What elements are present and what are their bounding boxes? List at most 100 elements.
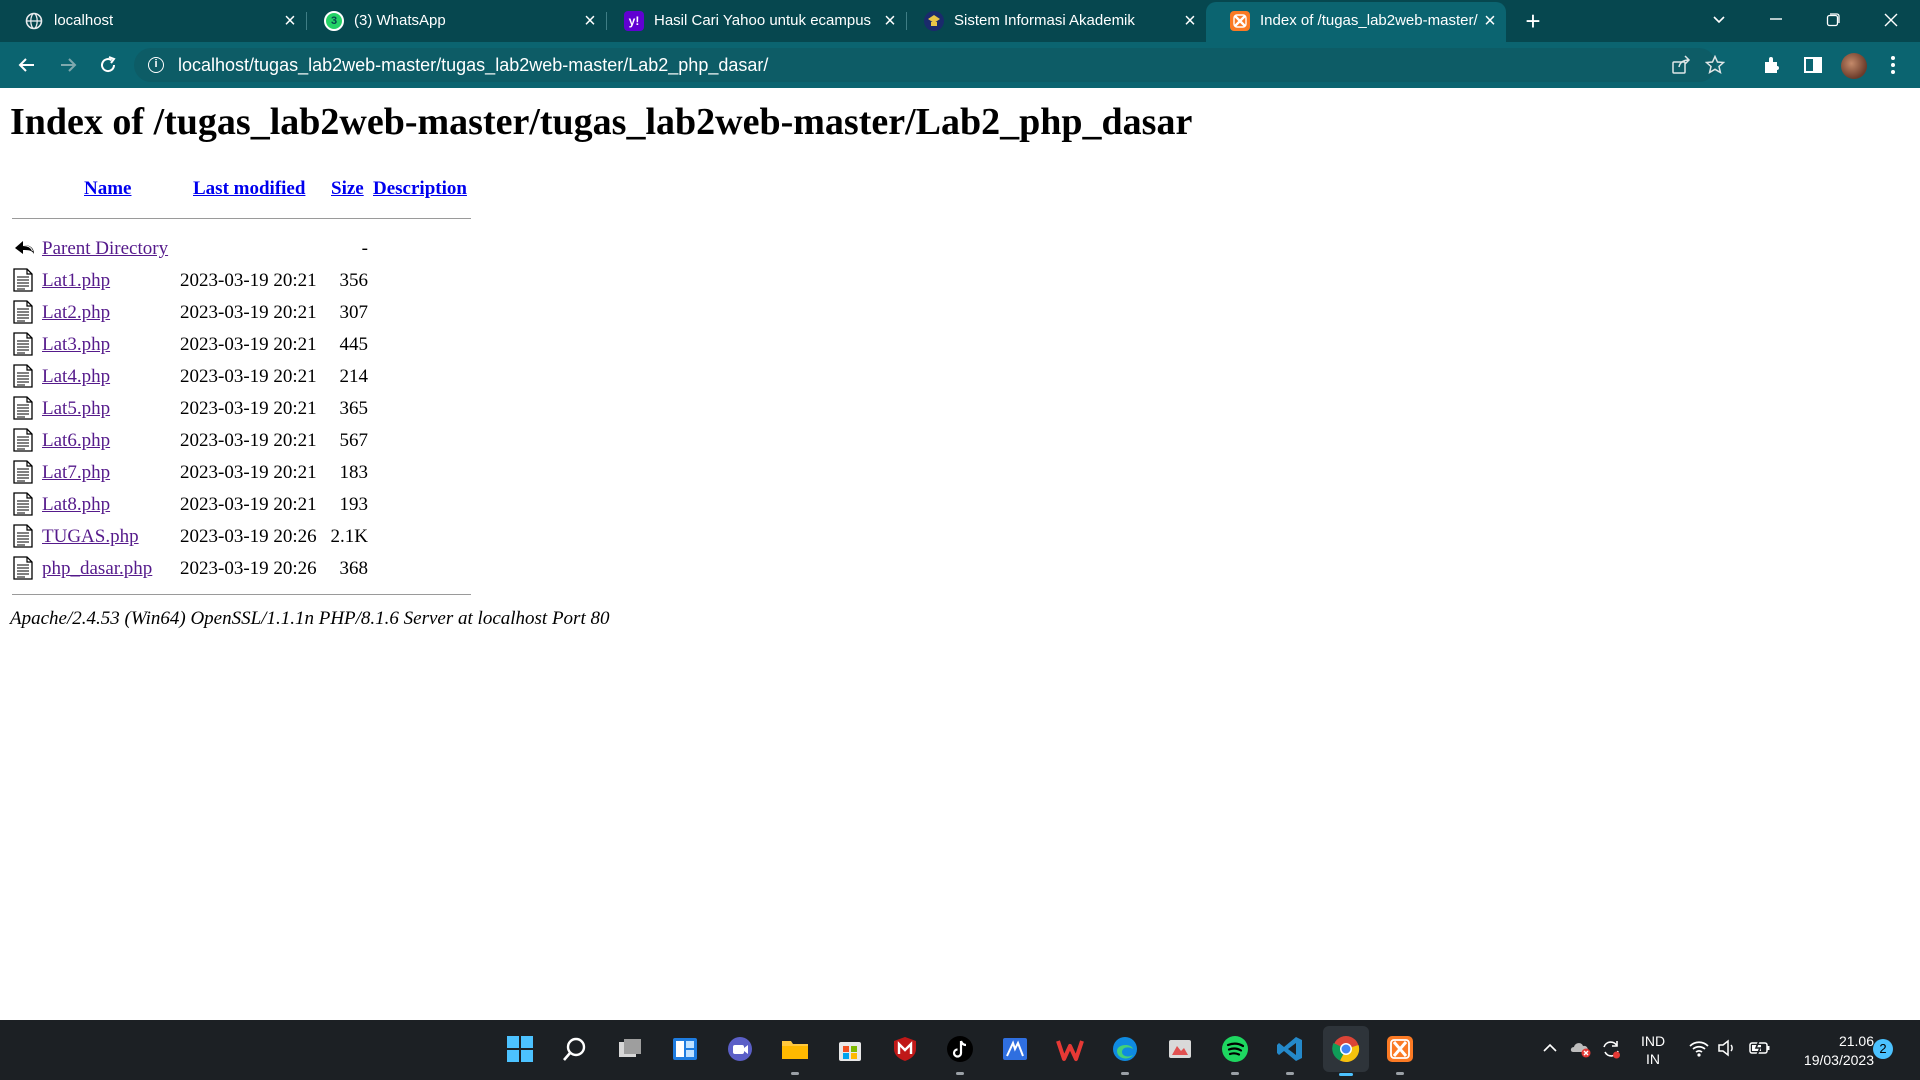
widgets-icon[interactable] bbox=[668, 1032, 702, 1066]
text-file-icon bbox=[12, 332, 34, 356]
file-row: TUGAS.php 2023-03-19 20:26 2.1K bbox=[0, 520, 480, 552]
back-button[interactable] bbox=[13, 51, 41, 79]
share-icon[interactable] bbox=[1671, 55, 1691, 75]
sort-by-size-link[interactable]: Size bbox=[331, 178, 364, 200]
file-link[interactable]: Lat2.php bbox=[42, 302, 110, 324]
extensions-icon[interactable] bbox=[1761, 53, 1785, 77]
restore-button[interactable] bbox=[1817, 6, 1849, 34]
file-size: 365 bbox=[339, 398, 369, 419]
onedrive-icon[interactable] bbox=[1570, 1038, 1592, 1063]
tab-localhost[interactable]: localhost × bbox=[0, 0, 300, 42]
tab-yahoo[interactable]: y! Hasil Cari Yahoo untuk ecampus × bbox=[600, 0, 900, 42]
file-modified: 2023-03-19 20:21 bbox=[180, 494, 317, 515]
file-link[interactable]: Lat7.php bbox=[42, 462, 110, 484]
store-icon[interactable] bbox=[833, 1032, 867, 1066]
forward-button[interactable] bbox=[54, 51, 82, 79]
close-tab-icon[interactable]: × bbox=[279, 10, 301, 32]
text-file-icon bbox=[12, 460, 34, 484]
tab-search-button[interactable] bbox=[1703, 6, 1735, 34]
sort-by-name-link[interactable]: Name bbox=[84, 178, 131, 200]
xampp-icon bbox=[1230, 11, 1250, 31]
directory-listing-page: Index of /tugas_lab2web-master/tugas_lab… bbox=[0, 88, 1920, 1020]
parent-directory-row: Parent Directory - bbox=[0, 232, 480, 264]
file-explorer-icon[interactable] bbox=[778, 1032, 812, 1075]
close-tab-icon[interactable]: × bbox=[1179, 10, 1201, 32]
search-icon[interactable] bbox=[558, 1032, 592, 1066]
file-link[interactable]: Lat1.php bbox=[42, 270, 110, 292]
input-language-indicator[interactable]: IND IN bbox=[1640, 1032, 1666, 1068]
sync-icon[interactable] bbox=[1600, 1038, 1622, 1065]
file-link[interactable]: TUGAS.php bbox=[42, 526, 139, 548]
text-file-icon bbox=[12, 364, 34, 388]
site-info-icon[interactable]: i bbox=[148, 57, 164, 73]
wifi-icon[interactable] bbox=[1688, 1038, 1710, 1063]
file-row: Lat3.php 2023-03-19 20:21 445 bbox=[0, 328, 480, 360]
address-url[interactable]: localhost/tugas_lab2web-master/tugas_lab… bbox=[178, 55, 768, 76]
tiktok-icon[interactable] bbox=[943, 1032, 977, 1075]
file-modified: 2023-03-19 20:21 bbox=[180, 398, 317, 419]
tab-title: (3) WhatsApp bbox=[354, 12, 446, 29]
task-view-icon[interactable] bbox=[613, 1032, 647, 1066]
text-file-icon bbox=[12, 396, 34, 420]
spotify-icon[interactable] bbox=[1218, 1032, 1252, 1075]
volume-icon[interactable] bbox=[1716, 1038, 1738, 1063]
file-size: 214 bbox=[339, 366, 369, 387]
back-arrow-icon bbox=[12, 236, 34, 260]
show-hidden-icons-chevron-icon[interactable] bbox=[1542, 1040, 1558, 1061]
file-link[interactable]: Lat5.php bbox=[42, 398, 110, 420]
file-row: Lat8.php 2023-03-19 20:21 193 bbox=[0, 488, 480, 520]
mcafee-icon[interactable] bbox=[888, 1032, 922, 1066]
notification-badge[interactable]: 2 bbox=[1873, 1039, 1893, 1059]
file-link[interactable]: Lat4.php bbox=[42, 366, 110, 388]
start-icon[interactable] bbox=[503, 1032, 537, 1066]
app-icon[interactable] bbox=[998, 1032, 1032, 1066]
file-row: Lat1.php 2023-03-19 20:21 356 bbox=[0, 264, 480, 296]
sort-by-description-link[interactable]: Description bbox=[373, 178, 467, 200]
text-file-icon bbox=[12, 268, 34, 292]
footer-divider bbox=[12, 594, 471, 595]
file-row: Lat5.php 2023-03-19 20:21 365 bbox=[0, 392, 480, 424]
tab-index-of[interactable]: Index of /tugas_lab2web-master/ × bbox=[1206, 2, 1506, 42]
app-icon[interactable] bbox=[1163, 1032, 1197, 1066]
close-tab-icon[interactable]: × bbox=[1479, 10, 1501, 32]
browser-menu-icon[interactable] bbox=[1881, 53, 1905, 77]
close-tab-icon[interactable]: × bbox=[879, 10, 901, 32]
vscode-icon[interactable] bbox=[1273, 1032, 1307, 1075]
file-size: 445 bbox=[339, 334, 369, 355]
file-modified: 2023-03-19 20:21 bbox=[180, 334, 317, 355]
reload-button[interactable] bbox=[94, 51, 122, 79]
text-file-icon bbox=[12, 492, 34, 516]
side-panel-icon[interactable] bbox=[1801, 53, 1825, 77]
file-link[interactable]: php_dasar.php bbox=[42, 558, 152, 580]
close-tab-icon[interactable]: × bbox=[579, 10, 601, 32]
bookmark-star-icon[interactable] bbox=[1704, 54, 1726, 75]
edge-icon[interactable] bbox=[1108, 1032, 1142, 1075]
file-size: 368 bbox=[339, 558, 369, 579]
file-row: Lat7.php 2023-03-19 20:21 183 bbox=[0, 456, 480, 488]
battery-icon[interactable] bbox=[1748, 1038, 1772, 1063]
language-label: IND bbox=[1640, 1033, 1666, 1049]
minimize-button[interactable] bbox=[1760, 6, 1792, 34]
tab-strip: localhost × 3 (3) WhatsApp × y! Hasil Ca… bbox=[0, 0, 1920, 42]
clock[interactable]: 21.06 19/03/2023 bbox=[1780, 1032, 1874, 1070]
chrome-icon[interactable] bbox=[1323, 1026, 1369, 1076]
new-tab-button[interactable]: + bbox=[1519, 7, 1547, 35]
file-row: Lat4.php 2023-03-19 20:21 214 bbox=[0, 360, 480, 392]
text-file-icon bbox=[12, 556, 34, 580]
profile-avatar[interactable] bbox=[1841, 53, 1867, 79]
tab-sistem-informasi-akademik[interactable]: Sistem Informasi Akademik × bbox=[900, 0, 1200, 42]
teams-icon[interactable] bbox=[723, 1032, 757, 1066]
address-bar[interactable]: i localhost/tugas_lab2web-master/tugas_l… bbox=[134, 48, 1726, 82]
file-link[interactable]: Lat8.php bbox=[42, 494, 110, 516]
xampp-icon[interactable] bbox=[1383, 1032, 1417, 1075]
close-window-button[interactable] bbox=[1875, 6, 1907, 34]
file-link[interactable]: Lat6.php bbox=[42, 430, 110, 452]
tab-whatsapp[interactable]: 3 (3) WhatsApp × bbox=[300, 0, 600, 42]
file-row: php_dasar.php 2023-03-19 20:26 368 bbox=[0, 552, 480, 584]
parent-directory-link[interactable]: Parent Directory bbox=[42, 238, 168, 260]
file-link[interactable]: Lat3.php bbox=[42, 334, 110, 356]
file-size: - bbox=[361, 238, 368, 259]
sort-by-last-modified-link[interactable]: Last modified bbox=[193, 178, 305, 200]
wps-office-icon[interactable] bbox=[1053, 1032, 1087, 1066]
file-modified: 2023-03-19 20:21 bbox=[180, 366, 317, 387]
